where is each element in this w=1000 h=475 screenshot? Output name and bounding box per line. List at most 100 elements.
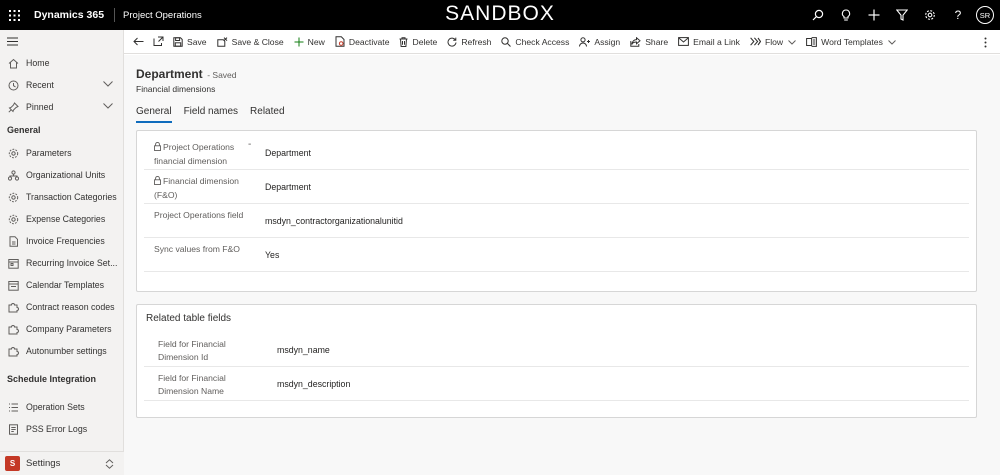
assign-button[interactable]: Assign <box>574 30 625 54</box>
delete-button[interactable]: Delete <box>394 30 442 54</box>
sidebar-item-pinned[interactable]: Pinned <box>0 96 123 118</box>
open-new-window-button[interactable] <box>148 30 168 54</box>
sidebar-item-expense-categories[interactable]: Expense Categories <box>0 208 123 230</box>
sidebar-item-label: Transaction Categories <box>26 192 117 202</box>
tab-general[interactable]: General <box>136 106 172 123</box>
record-header: Department - Saved Financial dimensions <box>136 67 237 94</box>
lock-icon <box>154 175 161 189</box>
field-value-financial-dimension-id[interactable]: msdyn_name <box>277 345 330 355</box>
brand-link[interactable]: Dynamics 365 <box>28 8 116 22</box>
sidebar-item-recurring-invoice-setup[interactable]: Recurring Invoice Set... <box>0 252 123 274</box>
gear-icon[interactable] <box>916 0 944 30</box>
sidebar-item-label: Invoice Frequencies <box>26 236 105 246</box>
home-icon <box>7 57 19 69</box>
save-close-button[interactable]: Save & Close <box>212 30 289 54</box>
chevron-up-down-icon <box>105 459 114 471</box>
refresh-button[interactable]: Refresh <box>442 30 496 54</box>
sidebar-item-organizational-units[interactable]: Organizational Units <box>0 164 123 186</box>
app-launcher-icon[interactable] <box>0 0 28 30</box>
check-access-button[interactable]: Check Access <box>496 30 574 54</box>
hamburger-icon[interactable] <box>0 30 123 52</box>
person-icon <box>579 36 591 47</box>
chevron-down-icon <box>788 37 796 47</box>
puzzle-icon <box>7 301 19 313</box>
puzzle-icon <box>7 323 19 335</box>
email-link-button[interactable]: Email a Link <box>673 30 745 54</box>
chevron-down-icon <box>888 37 896 47</box>
section-title: Related table fields <box>146 313 232 324</box>
area-label: Settings <box>26 458 61 469</box>
save-button[interactable]: Save <box>168 30 212 54</box>
sidebar-item-label: Autonumber settings <box>26 346 107 356</box>
chevron-down-icon[interactable] <box>103 101 113 111</box>
main-content: Department - Saved Financial dimensions … <box>124 55 1000 475</box>
log-icon <box>7 423 19 435</box>
share-button[interactable]: Share <box>625 30 673 54</box>
sidebar-item-label: PSS Error Logs <box>26 424 88 434</box>
more-commands-icon[interactable] <box>979 30 992 54</box>
field-row: Financial dimension (F&O) Department <box>144 170 969 204</box>
field-value-project-operations-financial-dimension: Department <box>265 148 311 158</box>
field-value-project-operations-field[interactable]: msdyn_contractorganizationalunitid <box>265 216 403 226</box>
tab-field-names[interactable]: Field names <box>184 106 238 123</box>
sidebar-item-recent[interactable]: Recent <box>0 74 123 96</box>
sidebar-item-label: Operation Sets <box>26 402 85 412</box>
flow-button[interactable]: Flow <box>745 30 801 54</box>
new-button[interactable]: New <box>289 30 330 54</box>
share-icon <box>630 36 641 47</box>
sidebar-item-pss-error-logs[interactable]: PSS Error Logs <box>0 418 123 440</box>
sidebar-item-label: Home <box>26 58 50 68</box>
sidebar-item-parameters[interactable]: Parameters <box>0 142 123 164</box>
sidebar-item-label: Organizational Units <box>26 170 106 180</box>
page-title: Department <box>136 67 203 81</box>
popout-icon <box>153 36 164 48</box>
help-icon[interactable]: ? <box>944 0 972 30</box>
back-button[interactable] <box>128 30 148 54</box>
search-icon[interactable] <box>804 0 832 30</box>
sidebar-item-contract-reason-codes[interactable]: Contract reason codes <box>0 296 123 318</box>
app-name[interactable]: Project Operations <box>115 10 202 21</box>
list-icon <box>7 401 19 413</box>
email-link-icon <box>678 37 690 46</box>
sidebar-item-home[interactable]: Home <box>0 52 123 74</box>
field-row: Project Operations financial dimension -… <box>144 136 969 170</box>
chevron-down-icon[interactable] <box>103 79 113 89</box>
tab-related[interactable]: Related <box>250 106 284 123</box>
related-table-fields-section: Related table fields Field for Financial… <box>136 304 977 418</box>
field-value-financial-dimension-name[interactable]: msdyn_description <box>277 379 350 389</box>
trash-icon <box>399 36 408 47</box>
gear-icon <box>7 147 19 159</box>
filter-icon[interactable] <box>888 0 916 30</box>
deactivate-button[interactable]: Deactivate <box>330 30 395 54</box>
plus-icon[interactable] <box>860 0 888 30</box>
sidebar-item-calendar-templates[interactable]: Calendar Templates <box>0 274 123 296</box>
field-label: Financial dimension (F&O) <box>154 175 239 200</box>
word-templates-button[interactable]: Word Templates <box>801 30 901 54</box>
sidebar-item-label: Contract reason codes <box>26 302 115 312</box>
sidebar-item-autonumber-settings[interactable]: Autonumber settings <box>0 340 123 362</box>
sidebar-item-operation-sets[interactable]: Operation Sets <box>0 396 123 418</box>
command-bar: Save Save & Close New Deactivate Delete … <box>124 30 1000 54</box>
plus-icon <box>294 37 304 47</box>
field-label: Field for Financial Dimension Name <box>158 373 226 396</box>
field-row: Project Operations field msdyn_contracto… <box>144 204 969 238</box>
flow-icon <box>750 37 761 46</box>
lightbulb-icon[interactable] <box>832 0 860 30</box>
environment-label: SANDBOX <box>445 2 555 25</box>
sidebar-item-label: Calendar Templates <box>26 280 105 290</box>
field-row: Sync values from F&O Yes <box>144 238 969 272</box>
clock-icon <box>7 79 19 91</box>
sidebar-item-company-parameters[interactable]: Company Parameters <box>0 318 123 340</box>
sidebar-item-transaction-categories[interactable]: Transaction Categories <box>0 186 123 208</box>
sidebar-item-invoice-frequencies[interactable]: Invoice Frequencies <box>0 230 123 252</box>
org-icon <box>7 169 19 181</box>
calendar-icon <box>7 279 19 291</box>
save-icon <box>173 36 183 47</box>
avatar[interactable]: SR <box>976 6 994 24</box>
area-switcher[interactable]: S Settings <box>0 451 124 475</box>
field-label: Field for Financial Dimension Id <box>158 339 226 362</box>
field-value-sync-values[interactable]: Yes <box>265 250 279 260</box>
field-label: Sync values from F&O <box>154 244 240 254</box>
field-label: Project Operations financial dimension <box>154 141 235 166</box>
gear-icon <box>7 213 19 225</box>
